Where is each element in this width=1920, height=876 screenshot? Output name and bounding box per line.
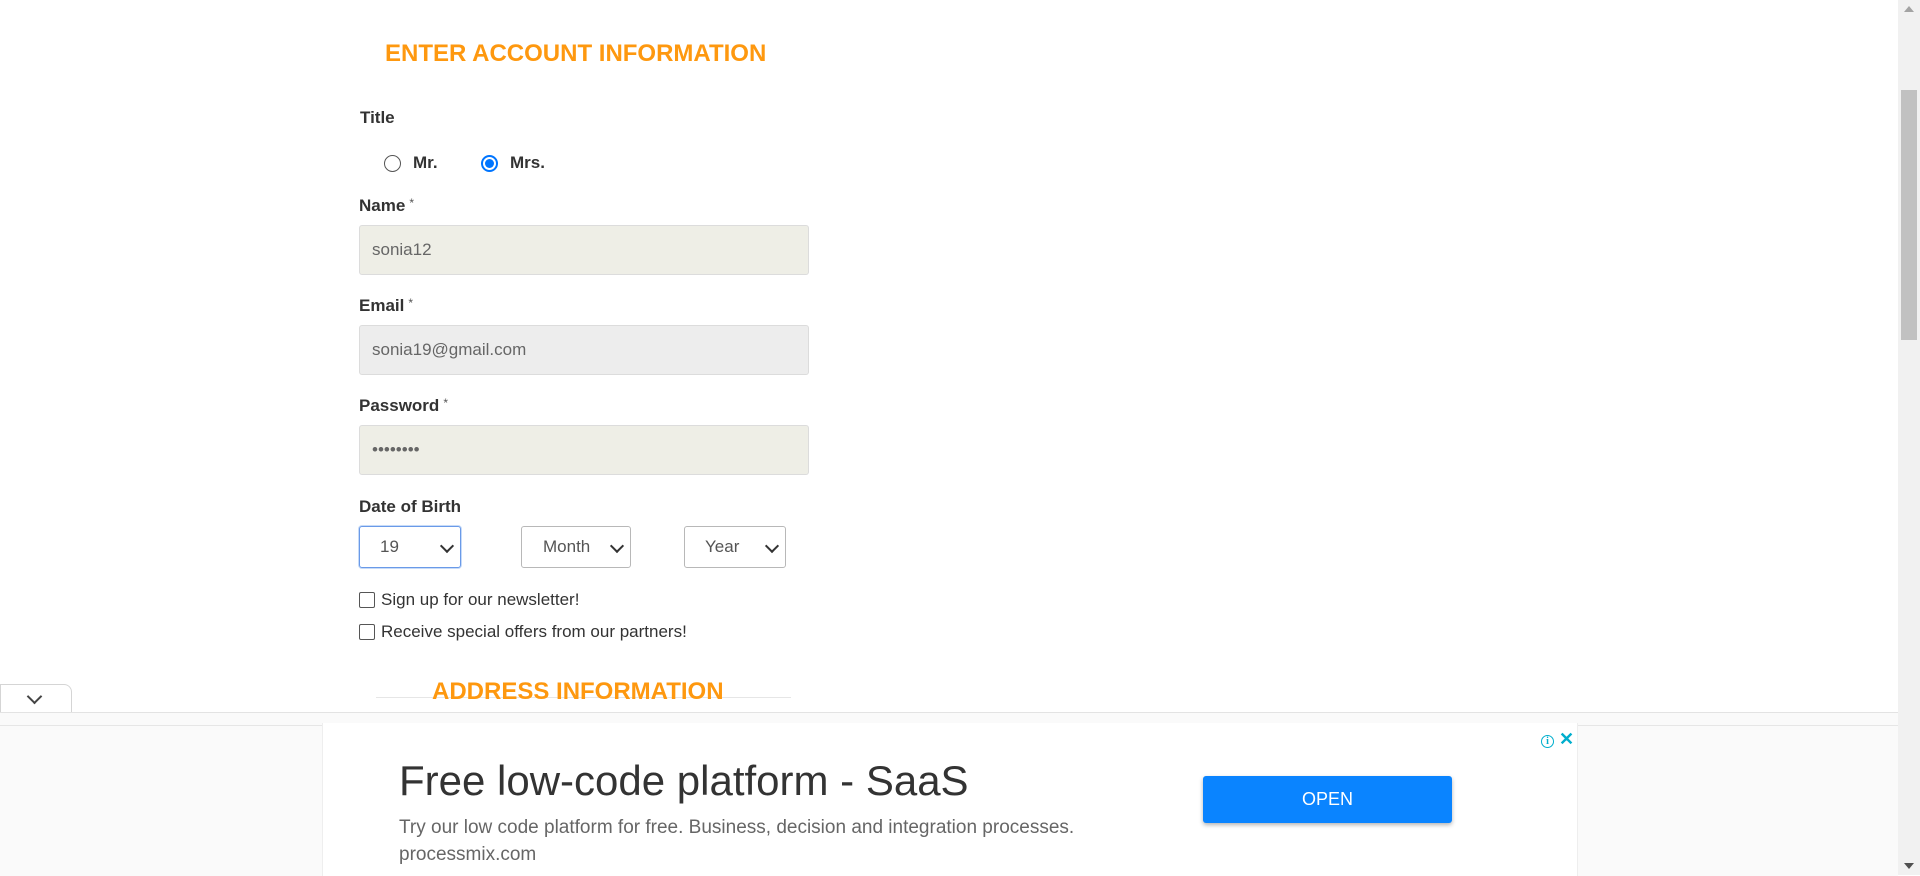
scroll-up-icon[interactable] xyxy=(1904,6,1914,12)
dob-month-value: Month xyxy=(543,537,591,556)
dob-label: Date of Birth xyxy=(359,497,461,516)
signup-page: ENTER ACCOUNT INFORMATION Title Mr. Mrs.… xyxy=(0,0,1898,876)
ad-open-button[interactable]: OPEN xyxy=(1203,776,1452,823)
page-scrollbar[interactable] xyxy=(1898,0,1920,875)
partner-offers-option[interactable]: Receive special offers from our partners… xyxy=(359,622,687,642)
scroll-down-icon[interactable] xyxy=(1904,863,1914,869)
ad-info-icon[interactable]: i xyxy=(1541,735,1554,748)
ad-close-icon[interactable]: ✕ xyxy=(1559,729,1574,750)
name-input[interactable]: sonia12 xyxy=(359,225,809,275)
newsletter-option[interactable]: Sign up for our newsletter! xyxy=(359,590,579,610)
dob-day-select[interactable]: 19 xyxy=(359,526,461,568)
radio-mrs-label[interactable]: Mrs. xyxy=(510,153,545,173)
password-label: Password * xyxy=(359,396,448,416)
radio-mr[interactable] xyxy=(384,154,401,172)
email-label-text: Email xyxy=(359,296,405,315)
title-label: Title xyxy=(360,108,395,127)
ad-content[interactable]: Free low-code platform - SaaS Try our lo… xyxy=(322,723,1578,876)
newsletter-label[interactable]: Sign up for our newsletter! xyxy=(381,590,579,610)
email-label: Email * xyxy=(359,296,413,316)
email-input[interactable]: sonia19@gmail.com xyxy=(359,325,809,375)
anchor-ad-banner: Free low-code platform - SaaS Try our lo… xyxy=(0,684,1898,876)
dob-month-select[interactable]: Month xyxy=(521,526,631,568)
name-label: Name * xyxy=(359,196,414,216)
required-mark: * xyxy=(409,196,414,210)
ad-collapse-button[interactable] xyxy=(0,684,72,712)
password-input[interactable]: •••••••• xyxy=(359,425,809,475)
newsletter-checkbox[interactable] xyxy=(359,592,375,608)
required-mark: * xyxy=(408,296,414,310)
title-mrs-option[interactable]: Mrs. xyxy=(481,153,545,173)
required-mark: * xyxy=(443,396,448,410)
dob-day-value: 19 xyxy=(380,537,399,556)
ad-description: Try our low code platform for free. Busi… xyxy=(399,817,1075,838)
chevron-down-icon xyxy=(764,538,780,554)
dob-year-select[interactable]: Year xyxy=(684,526,786,568)
ad-domain: processmix.com xyxy=(399,844,537,865)
chevron-down-icon xyxy=(439,538,455,554)
partner-offers-label[interactable]: Receive special offers from our partners… xyxy=(381,622,687,642)
partner-offers-checkbox[interactable] xyxy=(359,624,375,640)
ad-headline[interactable]: Free low-code platform - SaaS xyxy=(399,757,969,805)
radio-mrs[interactable] xyxy=(481,154,498,172)
chevron-down-icon xyxy=(26,688,43,705)
name-label-text: Name xyxy=(359,196,406,215)
scrollbar-thumb[interactable] xyxy=(1901,90,1917,340)
password-label-text: Password xyxy=(359,396,440,415)
dob-year-value: Year xyxy=(705,537,740,556)
account-info-heading: ENTER ACCOUNT INFORMATION xyxy=(385,40,767,67)
radio-mr-label[interactable]: Mr. xyxy=(413,153,438,173)
address-info-heading: ADDRESS INFORMATION xyxy=(432,678,724,705)
title-mr-option[interactable]: Mr. xyxy=(384,153,438,173)
chevron-down-icon xyxy=(609,538,625,554)
